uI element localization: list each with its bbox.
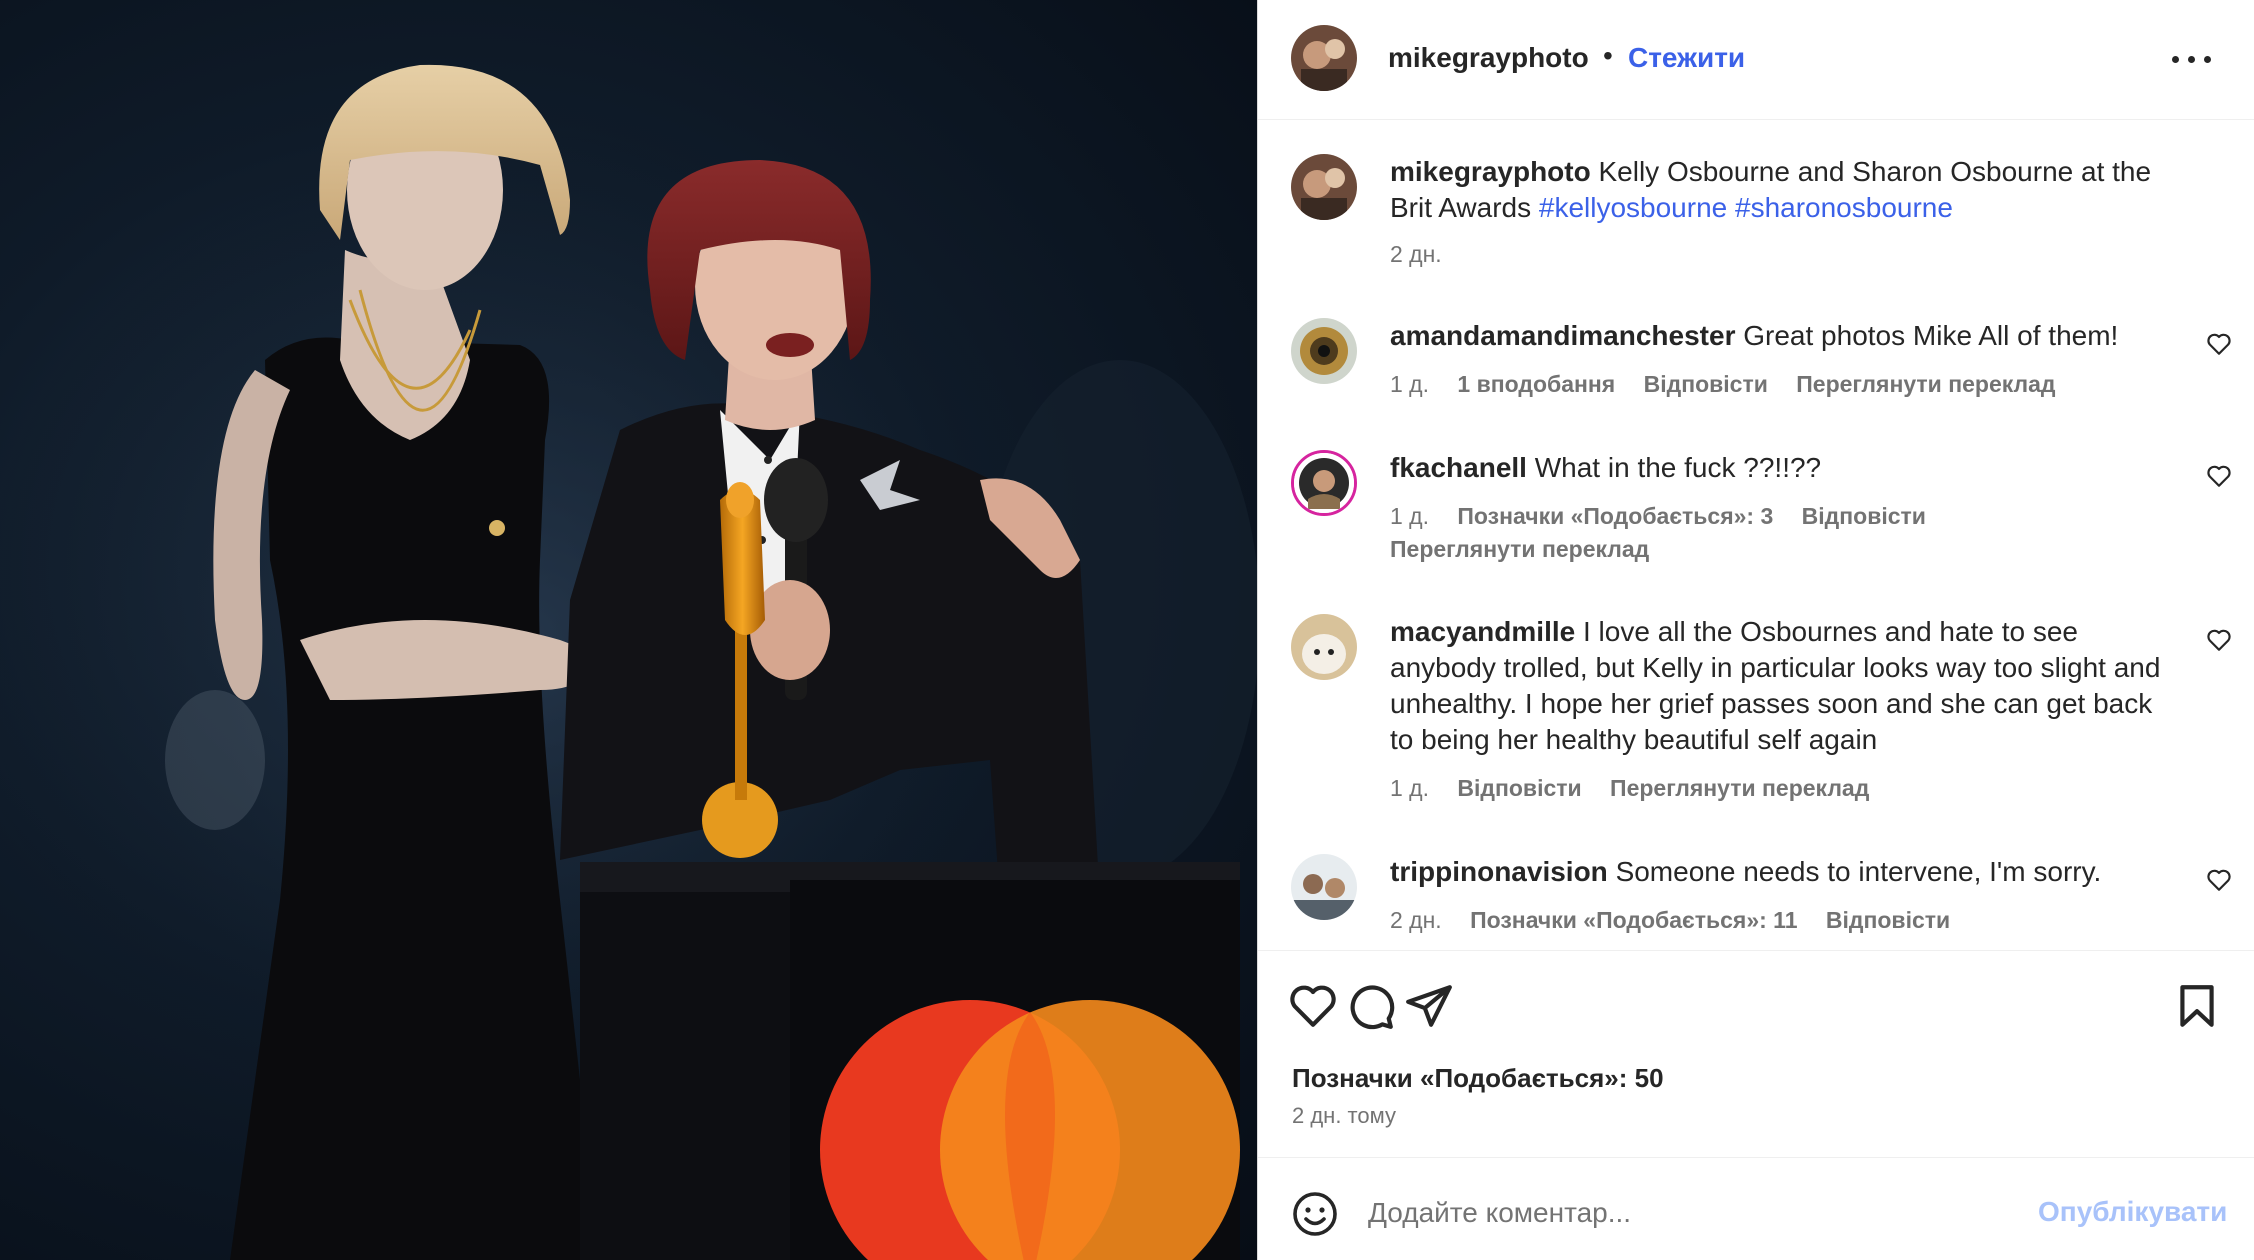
comment-meta: 1 д. Позначки «Подобається»: 3 Відповіст…: [1390, 500, 2170, 566]
separator-dot: •: [1603, 40, 1613, 71]
comment-time: 1 д.: [1390, 371, 1429, 397]
comment-text: fkachanell What in the fuck ??!!??: [1390, 450, 2170, 486]
reply-button[interactable]: Відповісти: [1457, 775, 1581, 801]
comment-icon[interactable]: [1346, 981, 1396, 1031]
share-icon[interactable]: [1404, 981, 1454, 1031]
comment-body: Someone needs to intervene, I'm sorry.: [1615, 856, 2102, 887]
caption-username[interactable]: mikegrayphoto: [1390, 156, 1591, 187]
comments-list[interactable]: mikegrayphoto Kelly Osbourne and Sharon …: [1258, 120, 2254, 950]
comment-text: amandamandimanchester Great photos Mike …: [1390, 318, 2170, 354]
caption-time: 2 дн.: [1390, 241, 1442, 267]
more-options-icon[interactable]: [2168, 38, 2218, 78]
photo-illustration: [0, 64, 1257, 1260]
comment-body: What in the fuck ??!!??: [1534, 452, 1822, 483]
commenter-avatar-story-ring[interactable]: [1291, 450, 1357, 516]
comment-text: trippinonavision Someone needs to interv…: [1390, 854, 2170, 890]
comment-username[interactable]: macyandmille: [1390, 616, 1575, 647]
author-username[interactable]: mikegrayphoto: [1388, 42, 1589, 74]
comment-composer: Опублікувати: [1258, 1158, 2254, 1260]
caption-text: mikegrayphoto Kelly Osbourne and Sharon …: [1390, 154, 2170, 226]
see-translation-button[interactable]: Переглянути переклад: [1610, 775, 1869, 801]
post-header: mikegrayphoto • Стежити: [1258, 0, 2254, 120]
comment-username[interactable]: fkachanell: [1390, 452, 1527, 483]
reply-button[interactable]: Відповісти: [1802, 503, 1926, 529]
comment-input[interactable]: [1368, 1188, 2008, 1238]
comment-time: 1 д.: [1390, 503, 1429, 529]
comment-meta: 1 д. Відповісти Переглянути переклад: [1390, 772, 2170, 805]
heart-icon[interactable]: [1288, 981, 1338, 1031]
reply-button[interactable]: Відповісти: [1644, 371, 1768, 397]
see-translation-button[interactable]: Переглянути переклад: [1390, 536, 1649, 562]
reply-button[interactable]: Відповісти: [1826, 907, 1950, 933]
comment-body: Great photos Mike All of them!: [1743, 320, 2119, 351]
heart-icon[interactable]: [2206, 628, 2232, 652]
bookmark-icon[interactable]: [2172, 981, 2222, 1031]
caption-meta: 2 дн.: [1390, 238, 2170, 271]
like-count[interactable]: Позначки «Подобається»: 50: [1292, 1063, 1664, 1094]
heart-icon[interactable]: [2206, 332, 2232, 356]
comment-time: 1 д.: [1390, 775, 1429, 801]
follow-button[interactable]: Стежити: [1628, 42, 1745, 74]
commenter-avatar[interactable]: [1291, 318, 1357, 384]
post-photo[interactable]: [0, 0, 1257, 1260]
comment-username[interactable]: trippinonavision: [1390, 856, 1608, 887]
comment-time: 2 дн.: [1390, 907, 1442, 933]
post-time: 2 дн. тому: [1292, 1103, 1396, 1128]
commenter-avatar[interactable]: [1291, 614, 1357, 680]
comment-meta: 2 дн. Позначки «Подобається»: 11 Відпові…: [1390, 904, 2170, 937]
comment-text: macyandmille I love all the Osbournes an…: [1390, 614, 2170, 758]
see-translation-button[interactable]: Переглянути переклад: [1796, 371, 2055, 397]
comment-meta: 1 д. 1 вподобання Відповісти Переглянути…: [1390, 368, 2170, 401]
comment-username[interactable]: amandamandimanchester: [1390, 320, 1735, 351]
comment-likes[interactable]: 1 вподобання: [1457, 371, 1615, 397]
hashtag-link[interactable]: #sharonosbourne: [1735, 192, 1953, 223]
hashtag-link[interactable]: #kellyosbourne: [1539, 192, 1727, 223]
comment-likes[interactable]: Позначки «Подобається»: 11: [1470, 907, 1797, 933]
post-comment-button[interactable]: Опублікувати: [2038, 1196, 2227, 1228]
comment-likes[interactable]: Позначки «Подобається»: 3: [1457, 503, 1773, 529]
smiley-icon[interactable]: [1291, 1190, 1339, 1238]
caption-avatar[interactable]: [1291, 154, 1357, 220]
post-actions: Позначки «Подобається»: 50 2 дн. тому: [1258, 950, 2254, 1158]
heart-icon[interactable]: [2206, 464, 2232, 488]
post-sidebar: mikegrayphoto • Стежити mikegrayphoto Ke…: [1257, 0, 2254, 1260]
heart-icon[interactable]: [2206, 868, 2232, 892]
commenter-avatar[interactable]: [1291, 854, 1357, 920]
author-avatar[interactable]: [1291, 25, 1357, 91]
